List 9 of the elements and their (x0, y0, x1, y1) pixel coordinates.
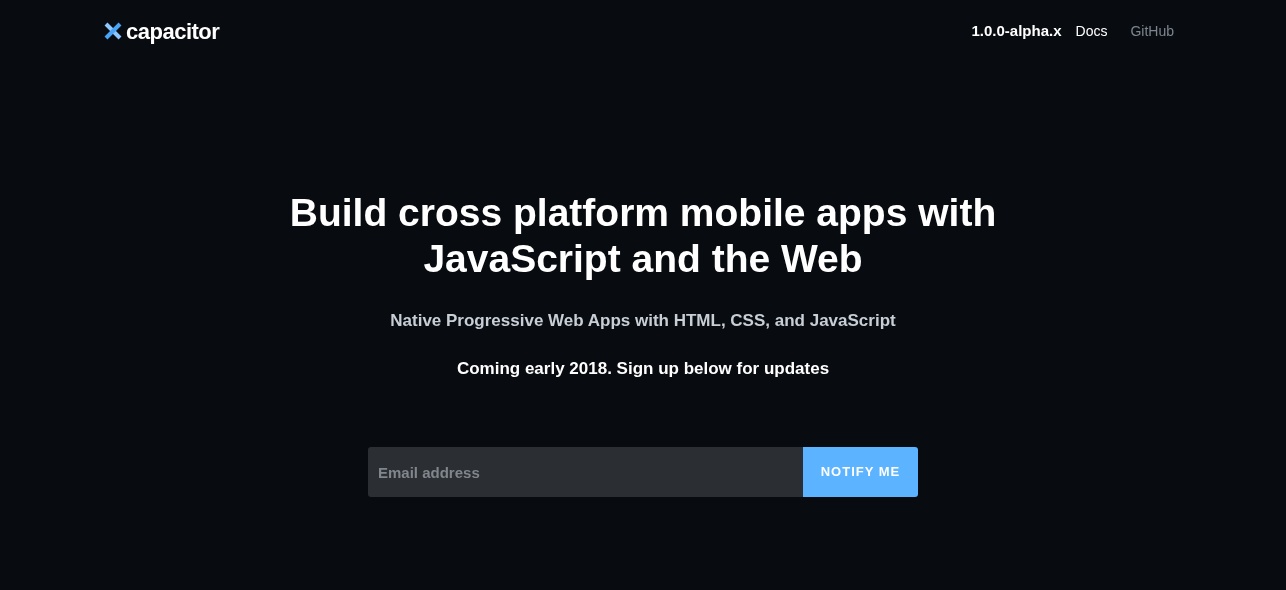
nav-link[interactable]: Docs (1075, 20, 1108, 42)
hero-subtitle: Native Progressive Web Apps with HTML, CSS, and JavaScript (390, 310, 896, 332)
email-field[interactable]: Email address (368, 447, 803, 497)
hero-title: Build cross platform mobile apps with JavaScript and the Web (288, 190, 998, 282)
logo-wordmark: capacitor (126, 17, 220, 46)
version-label: 1.0.0-alpha.x (971, 20, 1062, 41)
hero-note: Coming early 2018. Sign up below for updates (456, 357, 830, 380)
logo-icon (103, 21, 123, 41)
nav-link[interactable]: GitHub (1130, 20, 1174, 42)
